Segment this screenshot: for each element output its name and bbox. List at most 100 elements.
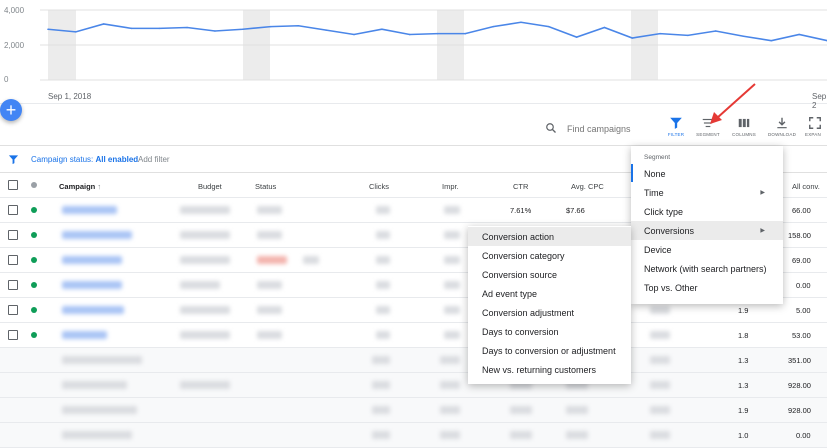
- select-all-checkbox[interactable]: [8, 180, 18, 190]
- submenu-item-conversion-adjustment[interactable]: Conversion adjustment: [468, 303, 631, 322]
- segment-option-network[interactable]: Network (with search partners): [631, 259, 783, 278]
- row-all-conv: 53.00: [792, 331, 811, 340]
- campaign-search[interactable]: [545, 120, 653, 138]
- row-all-conv: 0.00: [796, 281, 811, 290]
- x-tick-label: Sep 1, 2018: [48, 92, 92, 101]
- column-header-status[interactable]: Status: [255, 182, 276, 191]
- redacted-status: [257, 231, 282, 239]
- submenu-item-ad-event-type[interactable]: Ad event type: [468, 284, 631, 303]
- segment-option-label: Click type: [644, 207, 684, 217]
- data-point: [798, 33, 800, 36]
- redacted-impr: [440, 406, 460, 414]
- data-point: [547, 25, 550, 28]
- row-conv-rate: 1.8: [738, 331, 749, 340]
- row-checkbox[interactable]: [8, 305, 18, 315]
- expand-button[interactable]: EXPAN: [802, 116, 827, 144]
- segment-option-time[interactable]: Time ▶: [631, 183, 783, 202]
- redacted-value: [650, 331, 670, 339]
- row-checkbox[interactable]: [8, 280, 18, 290]
- filter-label: FILTER: [667, 132, 685, 137]
- submenu-item-label: Ad event type: [482, 289, 538, 299]
- data-point: [241, 28, 244, 31]
- submenu-item-days-to-conversion[interactable]: Days to conversion: [468, 322, 631, 341]
- search-icon: [546, 123, 556, 133]
- redacted-impr: [444, 206, 460, 214]
- segment-option-device[interactable]: Device: [631, 240, 783, 259]
- filter-icon: [670, 117, 682, 129]
- column-header-all-conv[interactable]: All conv.: [792, 182, 820, 191]
- add-filter-link[interactable]: Add filter: [138, 155, 170, 164]
- column-header-clicks[interactable]: Clicks: [369, 182, 389, 191]
- enabled-status-dot: [31, 257, 37, 263]
- redacted-summary-label: [62, 406, 137, 414]
- redacted-budget: [180, 306, 230, 314]
- segment-option-label: Time: [644, 188, 664, 198]
- row-checkbox[interactable]: [8, 205, 18, 215]
- data-point: [381, 28, 383, 31]
- submenu-item-label: Days to conversion or adjustment: [482, 346, 616, 356]
- filter-button[interactable]: FILTER: [658, 116, 694, 144]
- submenu-item-new-vs-returning[interactable]: New vs. returning customers: [468, 360, 631, 379]
- redacted-status: [257, 331, 282, 339]
- submenu-item-days-to-conversion-or-adjustment[interactable]: Days to conversion or adjustment: [468, 341, 631, 360]
- redacted-summary-label: [62, 356, 142, 364]
- redacted-campaign-name: [62, 281, 122, 289]
- segment-option-conversions[interactable]: Conversions ▶: [631, 221, 783, 240]
- row-checkbox[interactable]: [8, 330, 18, 340]
- redacted-ctr: [510, 406, 532, 414]
- submenu-item-label: Conversion source: [482, 270, 558, 280]
- redacted-clicks: [376, 256, 390, 264]
- redacted-impr: [444, 256, 460, 264]
- summary-conv-rate: 1.9: [738, 406, 749, 415]
- summary-all-conv: 928.00: [788, 406, 811, 415]
- redacted-impr: [444, 231, 460, 239]
- search-input[interactable]: [567, 120, 653, 138]
- column-header-avg-cpc[interactable]: Avg. CPC: [571, 182, 604, 191]
- column-header-budget[interactable]: Budget: [198, 182, 222, 191]
- data-point: [186, 26, 188, 29]
- data-point: [130, 27, 133, 30]
- submenu-item-conversion-action[interactable]: Conversion action: [468, 227, 631, 246]
- segment-menu-title: Segment: [644, 154, 671, 161]
- submenu-item-label: Days to conversion: [482, 327, 559, 337]
- row-checkbox[interactable]: [8, 255, 18, 265]
- redacted-clicks: [372, 431, 390, 439]
- submenu-item-conversion-source[interactable]: Conversion source: [468, 265, 631, 284]
- summary-all-conv: 0.00: [796, 431, 811, 440]
- download-button[interactable]: DOWNLOAD: [764, 116, 800, 144]
- segment-option-label: Network (with search partners): [644, 264, 767, 274]
- row-all-conv: 69.00: [792, 256, 811, 265]
- segment-option-none[interactable]: None: [631, 164, 783, 183]
- column-header-impr[interactable]: Impr.: [442, 182, 459, 191]
- column-header-ctr[interactable]: CTR: [513, 182, 528, 191]
- data-point: [75, 31, 77, 33]
- redacted-campaign-name: [62, 331, 107, 339]
- segment-option-click-type[interactable]: Click type: [631, 202, 783, 221]
- redacted-ctr: [510, 431, 532, 439]
- data-point: [659, 32, 661, 35]
- row-avg-cpc: $7.66: [566, 206, 585, 215]
- table-row[interactable]: 1.8 53.00: [0, 323, 827, 348]
- sort-arrow-icon: ↑: [97, 182, 102, 191]
- filter-status-value: All enabled: [95, 155, 139, 164]
- filter-status-prefix: Campaign status:: [31, 155, 96, 164]
- redacted-summary-label: [62, 431, 132, 439]
- submenu-item-conversion-category[interactable]: Conversion category: [468, 246, 631, 265]
- fullscreen-icon: [809, 117, 821, 129]
- y-tick-label: 4,000: [4, 6, 25, 15]
- filter-icon: [8, 155, 19, 165]
- segment-option-label: Top vs. Other: [644, 283, 698, 293]
- columns-label: COLUMNS: [732, 132, 756, 137]
- summary-row: 1.0 0.00: [0, 423, 827, 448]
- segment-option-top-vs-other[interactable]: Top vs. Other: [631, 278, 783, 297]
- redacted-avg-cpc: [566, 431, 588, 439]
- campaign-status-filter[interactable]: Campaign status: All enabled: [31, 155, 138, 164]
- data-point: [520, 21, 522, 24]
- row-checkbox[interactable]: [8, 230, 18, 240]
- column-header-campaign[interactable]: Campaign ↑: [59, 182, 101, 191]
- x-tick-label: Sep 2: [812, 92, 827, 110]
- redacted-impr: [440, 381, 460, 389]
- segment-option-label: None: [644, 169, 666, 179]
- submenu-arrow-icon: ▶: [760, 228, 765, 234]
- redacted-campaign-name: [62, 256, 122, 264]
